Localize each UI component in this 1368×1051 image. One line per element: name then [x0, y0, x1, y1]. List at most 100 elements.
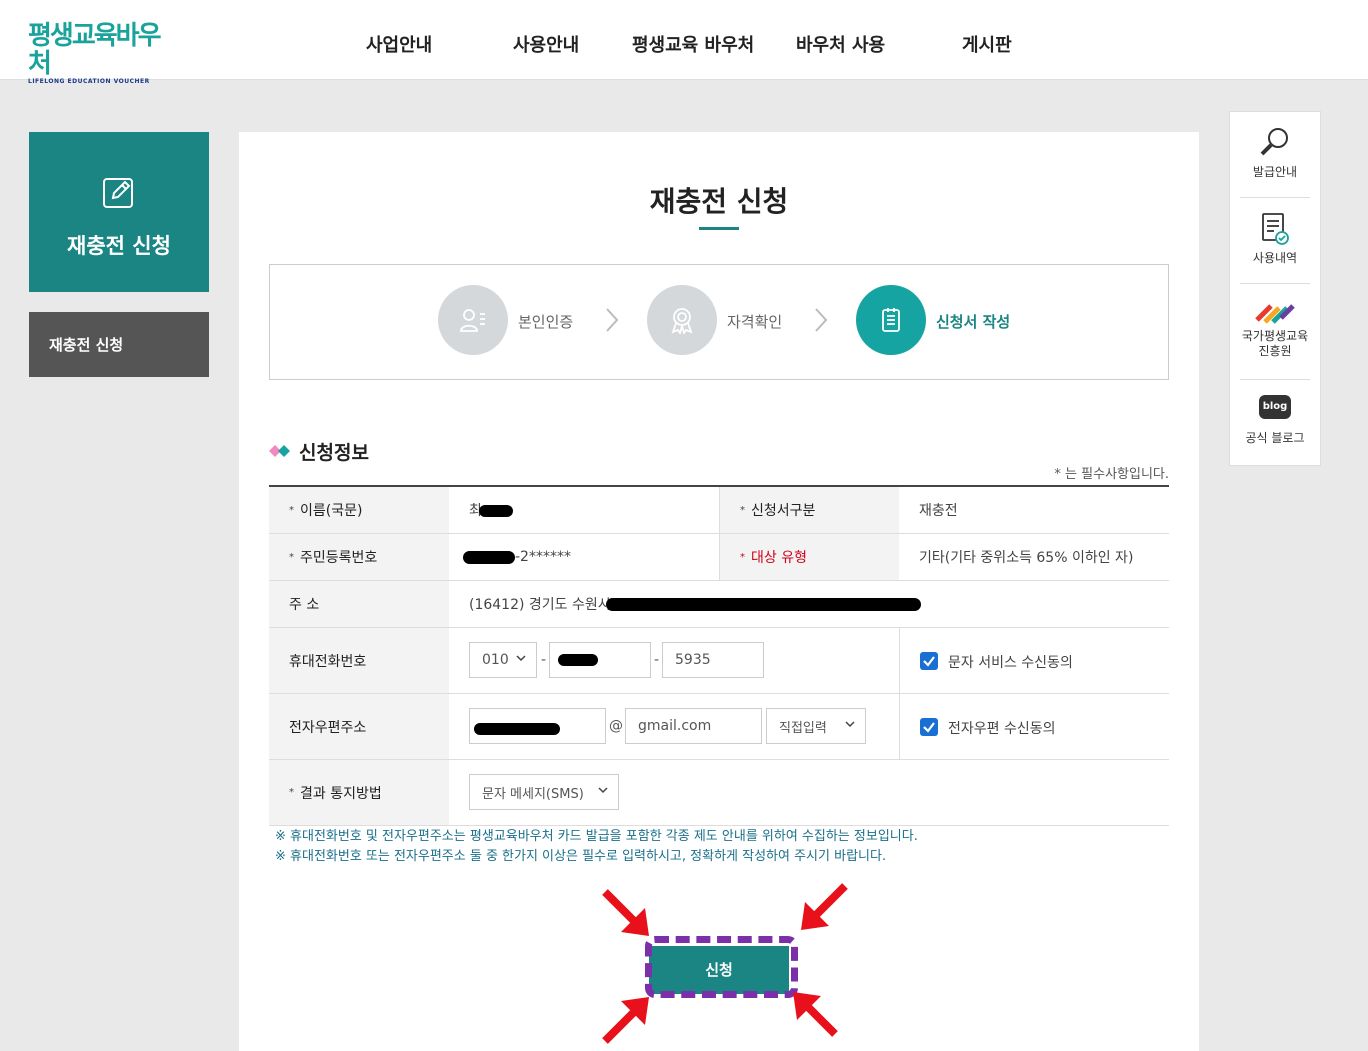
phone-last-input[interactable]: 5935 — [662, 642, 764, 678]
document-icon — [882, 308, 900, 332]
rrn-header: * 주민등록번호 — [269, 534, 449, 580]
redaction-mark — [606, 598, 921, 611]
nav-voucher[interactable]: 평생교육 바우처 — [632, 31, 754, 57]
quick-official-blog[interactable]: blog 공식 블로그 — [1230, 395, 1320, 446]
redaction-mark — [558, 654, 598, 666]
nav-usage-guide[interactable]: 사용안내 — [513, 31, 579, 57]
chevron-down-icon — [845, 721, 855, 728]
email-select-value: 직접입력 — [779, 720, 827, 736]
email-consent-checkbox[interactable] — [920, 718, 938, 736]
site-logo[interactable]: 평생교육바우처 LIFELONG EDUCATION VOUCHER — [28, 22, 168, 85]
redaction-mark — [463, 551, 515, 564]
user-list-icon — [460, 309, 485, 332]
rrn-value: -2****** — [515, 549, 571, 565]
name-cell: 최 — [449, 487, 719, 533]
chevron-down-icon — [598, 787, 608, 794]
arrow-down-left-icon — [801, 883, 848, 930]
target-label: 대상 유형 — [751, 550, 807, 566]
quick-issue-label: 발급안내 — [1252, 165, 1298, 179]
sms-consent-label[interactable]: 문자 서비스 수신동의 — [948, 652, 1073, 672]
email-label: 전자우편주소 — [269, 694, 449, 759]
form-row-rrn: * 주민등록번호 -2****** * 대상 유형 기타(기타 중위소득 65% 이… — [269, 534, 1169, 581]
redaction-mark — [474, 723, 560, 735]
step-application-circle — [856, 285, 926, 355]
step-application-label: 신청서 작성 — [936, 313, 1011, 331]
address-value: (16412) 경기도 수원시 — [469, 597, 611, 613]
phone-last-value: 5935 — [675, 652, 711, 668]
step-eligibility-circle — [647, 285, 717, 355]
step-identity-label: 본인인증 — [518, 313, 574, 331]
quick-issue-guide[interactable]: 발급안내 — [1230, 124, 1320, 180]
nav-business-info[interactable]: 사업안내 — [366, 31, 432, 57]
address-label: 주 소 — [269, 581, 449, 627]
magnifier-icon — [1260, 128, 1288, 156]
form-row-notify: * 결과 통지방법 문자 메세지(SMS) — [269, 760, 1169, 826]
email-domain-select[interactable]: 직접입력 — [766, 708, 866, 744]
redaction-mark — [479, 505, 513, 517]
sidebar-item-recharge[interactable]: 재충전 신청 — [29, 312, 209, 377]
phone-dash: - — [541, 652, 547, 668]
address-cell: (16412) 경기도 수원시 — [449, 581, 1169, 627]
email-id-input[interactable] — [469, 708, 606, 744]
document-check-icon — [1262, 213, 1289, 245]
divider — [1240, 197, 1310, 198]
phone-prefix-select[interactable]: 010 — [469, 642, 537, 678]
email-consent-label[interactable]: 전자우편 수신동의 — [948, 718, 1056, 738]
application-form: * 이름(국문) 최 * 신청서구분 재충전 * 주민등록번호 -2****** * 대… — [269, 485, 1169, 826]
name-label: 이름(국문) — [300, 503, 363, 519]
step-eligibility-label: 자격확인 — [727, 313, 783, 331]
title-underline — [699, 227, 739, 230]
check-icon — [923, 656, 935, 667]
notify-cell: 문자 메세지(SMS) — [449, 760, 1169, 825]
form-row-address: 주 소 (16412) 경기도 수원시 — [269, 581, 1169, 628]
chevron-right-icon — [606, 308, 619, 332]
phone-label: 휴대전화번호 — [269, 628, 449, 693]
note-line: ※ 휴대전화번호 및 전자우편주소는 평생교육바우처 카드 발급을 포함한 각종… — [275, 829, 918, 844]
app-type-value: 재충전 — [919, 503, 958, 519]
required-note: * 는 필수사항입니다. — [1054, 467, 1169, 482]
quick-usage-history[interactable]: 사용내역 — [1230, 212, 1320, 266]
notify-method-select[interactable]: 문자 메세지(SMS) — [469, 774, 619, 810]
award-icon — [671, 308, 693, 334]
email-cell: @ gmail.com 직접입력 — [449, 694, 899, 759]
email-at-sign: @ — [609, 718, 623, 734]
blog-icon: blog — [1259, 395, 1291, 419]
rrn-label: 주민등록번호 — [300, 550, 378, 566]
target-header: * 대상 유형 — [719, 534, 899, 580]
notify-method-value: 문자 메세지(SMS) — [482, 786, 584, 802]
form-row-email: 전자우편주소 @ gmail.com 직접입력 전자우편 수신동의 — [269, 694, 1169, 760]
notify-label: 결과 통지방법 — [300, 785, 382, 802]
nav-voucher-use[interactable]: 바우처 사용 — [796, 31, 885, 57]
section-title: 신청정보 — [299, 442, 369, 464]
check-icon — [923, 722, 935, 733]
main-content: 재충전 신청 본인인증 자격확인 신청서 작성 신청정보 * 는 필수사항입니다… — [239, 132, 1199, 1051]
edit-icon — [103, 178, 133, 208]
notify-header: * 결과 통지방법 — [269, 760, 449, 825]
sms-consent-checkbox[interactable] — [920, 652, 938, 670]
sms-consent-cell: 문자 서비스 수신동의 — [899, 628, 1169, 693]
quick-menu: 발급안내 사용내역 국가평생교육 진흥원 blog 공식 블로그 — [1229, 111, 1321, 466]
arrow-up-left-icon — [793, 992, 838, 1037]
quick-nile-line2: 진흥원 — [1258, 344, 1292, 358]
step-identity-circle — [438, 285, 508, 355]
rrn-cell: -2****** — [449, 534, 719, 580]
step-progress: 본인인증 자격확인 신청서 작성 — [269, 264, 1169, 380]
app-type-header: * 신청서구분 — [719, 487, 899, 533]
quick-nile-link[interactable]: 국가평생교육 진흥원 — [1230, 298, 1320, 359]
email-domain-input[interactable]: gmail.com — [625, 708, 762, 744]
chevron-right-icon — [815, 308, 828, 332]
quick-blog-label: 공식 블로그 — [1245, 431, 1305, 445]
phone-dash: - — [654, 652, 660, 668]
nav-board[interactable]: 게시판 — [962, 31, 1012, 57]
sidebar-hero-title: 재충전 신청 — [67, 234, 171, 258]
form-row-phone: 휴대전화번호 010 - - 5935 문자 서비스 수신동의 — [269, 628, 1169, 694]
arrow-down-right-icon — [602, 889, 649, 936]
nile-logo-icon — [1255, 304, 1295, 324]
target-value: 기타(기타 중위소득 65% 이하인 자) — [919, 550, 1134, 566]
sidebar-hero: 재충전 신청 — [29, 132, 209, 292]
highlight-box — [645, 936, 798, 998]
phone-middle-input[interactable] — [549, 642, 651, 678]
page-title: 재충전 신청 — [649, 185, 789, 218]
email-consent-cell: 전자우편 수신동의 — [899, 694, 1169, 759]
phone-cell: 010 - - 5935 — [449, 628, 899, 693]
